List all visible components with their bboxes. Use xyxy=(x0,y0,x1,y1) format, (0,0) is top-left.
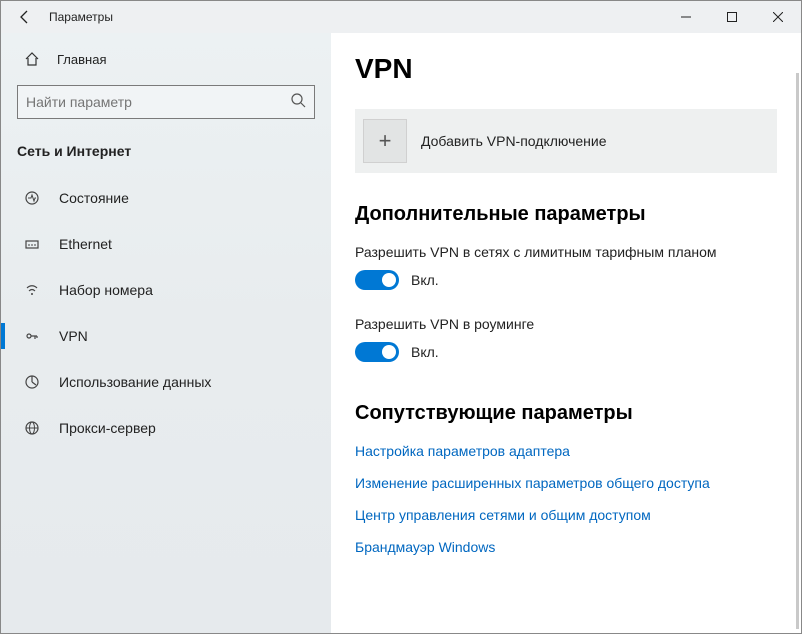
dialup-icon xyxy=(23,281,41,299)
search-input[interactable] xyxy=(17,85,315,119)
minimize-button[interactable] xyxy=(663,1,709,33)
advanced-heading: Дополнительные параметры xyxy=(355,203,777,226)
plus-icon: + xyxy=(363,119,407,163)
metered-vpn-toggle[interactable] xyxy=(355,270,399,290)
sidebar: Главная Сеть и Интернет Состояние Ethern… xyxy=(1,33,331,633)
sidebar-item-label: Состояние xyxy=(59,190,129,206)
window-title: Параметры xyxy=(49,10,113,24)
add-vpn-label: Добавить VPN-подключение xyxy=(421,133,607,149)
sidebar-item-label: VPN xyxy=(59,328,88,344)
sidebar-item-label: Набор номера xyxy=(59,282,153,298)
search-field[interactable] xyxy=(26,94,290,110)
close-button[interactable] xyxy=(755,1,801,33)
sidebar-item-label: Ethernet xyxy=(59,236,112,252)
back-button[interactable] xyxy=(1,1,49,33)
sidebar-item-status[interactable]: Состояние xyxy=(1,175,331,221)
link-adapter-settings[interactable]: Настройка параметров адаптера xyxy=(355,443,777,459)
roaming-vpn-label: Разрешить VPN в роуминге xyxy=(355,316,777,332)
scrollbar[interactable] xyxy=(796,73,799,629)
proxy-icon xyxy=(23,419,41,437)
sidebar-item-label: Использование данных xyxy=(59,374,211,390)
status-icon xyxy=(23,189,41,207)
home-label: Главная xyxy=(57,52,106,67)
settings-window: Параметры Главная Сеть и Интернет xyxy=(0,0,802,634)
link-network-center[interactable]: Центр управления сетями и общим доступом xyxy=(355,507,777,523)
vpn-icon xyxy=(23,327,41,345)
link-advanced-sharing[interactable]: Изменение расширенных параметров общего … xyxy=(355,475,777,491)
titlebar: Параметры xyxy=(1,1,801,33)
metered-vpn-state: Вкл. xyxy=(411,272,439,288)
roaming-vpn-toggle[interactable] xyxy=(355,342,399,362)
search-icon xyxy=(290,92,306,113)
datausage-icon xyxy=(23,373,41,391)
ethernet-icon xyxy=(23,235,41,253)
roaming-vpn-state: Вкл. xyxy=(411,344,439,360)
home-button[interactable]: Главная xyxy=(1,39,331,79)
sidebar-item-proxy[interactable]: Прокси-сервер xyxy=(1,405,331,451)
maximize-button[interactable] xyxy=(709,1,755,33)
link-firewall[interactable]: Брандмауэр Windows xyxy=(355,539,777,555)
section-heading: Сеть и Интернет xyxy=(1,133,331,175)
sidebar-item-dialup[interactable]: Набор номера xyxy=(1,267,331,313)
sidebar-item-label: Прокси-сервер xyxy=(59,420,156,436)
add-vpn-button[interactable]: + Добавить VPN-подключение xyxy=(355,109,777,173)
sidebar-item-vpn[interactable]: VPN xyxy=(1,313,331,359)
sidebar-item-ethernet[interactable]: Ethernet xyxy=(1,221,331,267)
related-heading: Сопутствующие параметры xyxy=(355,402,777,425)
page-title: VPN xyxy=(355,53,777,85)
content-pane: VPN + Добавить VPN-подключение Дополните… xyxy=(331,33,801,633)
metered-vpn-label: Разрешить VPN в сетях с лимитным тарифны… xyxy=(355,244,777,260)
home-icon xyxy=(23,50,41,68)
sidebar-item-datausage[interactable]: Использование данных xyxy=(1,359,331,405)
